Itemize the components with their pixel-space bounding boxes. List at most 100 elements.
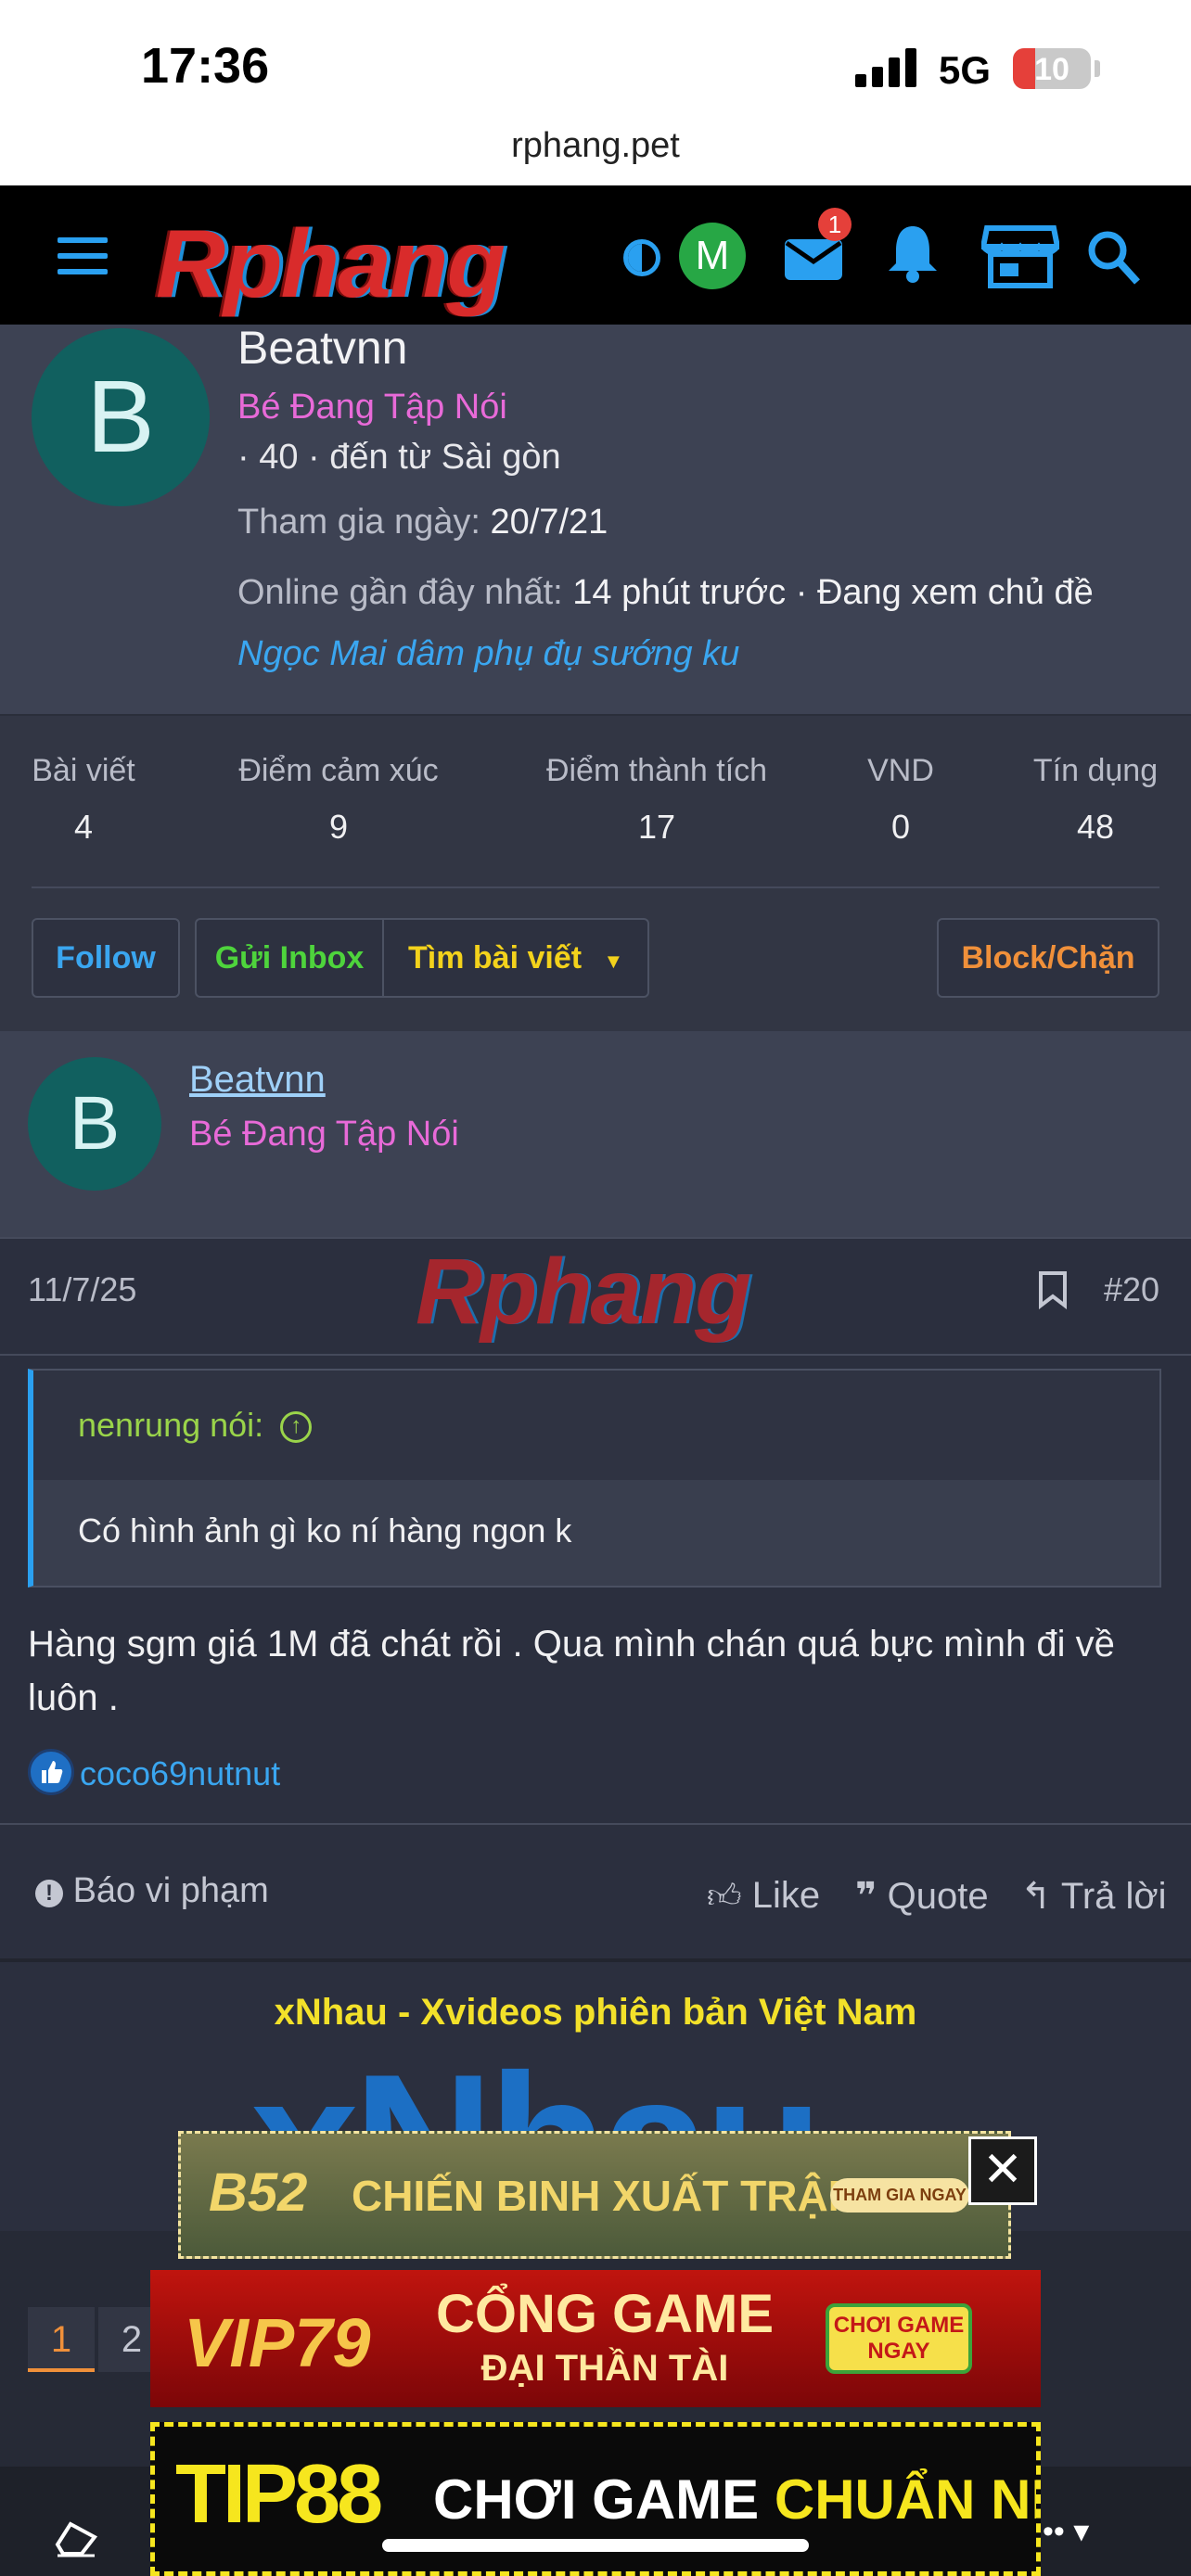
joined-value: 20/7/21 [490, 503, 608, 542]
stat-value: 4 [73, 808, 94, 846]
vip79-line1: CỔNG GAME [435, 2284, 775, 2344]
quote-author: nenrung nói: [78, 1406, 264, 1444]
chevron-down-icon: ▼ [603, 950, 624, 973]
profile-joined: Tham gia ngày: 20/7/21 [237, 503, 608, 542]
inbox-badge: 1 [818, 208, 852, 241]
network-type: 5G [939, 48, 992, 92]
report-button[interactable]: ! Báo vi phạm [35, 1871, 269, 1911]
stat-value: 9 [328, 808, 349, 846]
post-message: Hàng sgm giá 1M đã chát rồi . Qua mình c… [28, 1624, 1115, 1718]
close-ad-button[interactable]: ✕ [968, 2136, 1037, 2205]
quote-button[interactable]: ❞ Quote [855, 1875, 989, 1918]
ad-title[interactable]: xNhau - Xvideos phiên bản Việt Nam [0, 1992, 1191, 2034]
post-body [0, 1237, 1191, 1962]
more-options-icon[interactable]: •• ▾ [1043, 2513, 1089, 2550]
post-author-avatar[interactable]: B [28, 1057, 161, 1191]
joined-label: Tham gia ngày: [237, 503, 480, 542]
online-label: Online gần đây nhất: [237, 573, 563, 612]
stat-value: 17 [637, 808, 676, 846]
follow-button[interactable]: Follow [32, 918, 180, 998]
viewing-thread-link[interactable]: Ngọc Mai dâm phụ đụ sướng ku [237, 634, 739, 674]
url-bar[interactable]: rphang.pet [0, 126, 1191, 166]
clock: 17:36 [141, 38, 270, 94]
signal-icon [855, 46, 920, 87]
divider [0, 1823, 1191, 1825]
profile-last-online: Online gần đây nhất: 14 phút trước · Đan… [237, 573, 1094, 613]
ad-banner-tip88[interactable]: TIP88 CHƠI GAME CHUẨN NHÀ CÁI [150, 2422, 1041, 2576]
post-author-title: Bé Đang Tập Nói [189, 1115, 459, 1154]
search-icon[interactable] [1085, 228, 1141, 290]
battery-cap [1095, 60, 1100, 77]
page-link-current[interactable]: 1 [28, 2307, 95, 2372]
stat-value: 48 [1076, 808, 1115, 846]
reply-button[interactable]: ↰ Trả lời [1020, 1875, 1167, 1918]
status-bar: 17:36 5G 10 rphang.pet [0, 0, 1191, 185]
tip88-slogan-1: CHƠI GAME [433, 2468, 775, 2531]
stat-points[interactable]: Điểm thành tích 17 [529, 753, 785, 847]
stat-reactions[interactable]: Điểm cảm xúc 9 [223, 753, 455, 847]
inbox-icon[interactable] [785, 239, 842, 280]
block-button[interactable]: Block/Chặn [937, 918, 1159, 998]
watermark-logo: Rphang [416, 1240, 751, 1344]
stat-label: VND [867, 753, 934, 788]
stat-label: Tín dụng [1032, 753, 1159, 788]
vip79-brand: VIP79 [184, 2304, 371, 2381]
battery-icon: 10 [1013, 48, 1091, 89]
quote-text: Có hình ảnh gì ko ní hàng ngon k [78, 1511, 572, 1549]
divider [32, 886, 1159, 888]
site-logo[interactable]: Rphang [156, 210, 506, 320]
b52-brand: B52 [209, 2162, 308, 2223]
stat-label: Điểm thành tích [545, 753, 768, 788]
reaction-user[interactable]: coco69nutnut [80, 1754, 280, 1793]
alert-icon: ! [35, 1880, 63, 1907]
divider [0, 1354, 1191, 1356]
find-posts-label: Tìm bài viết [408, 940, 583, 976]
tip88-brand: TIP88 [175, 2448, 383, 2541]
store-icon[interactable] [980, 223, 1061, 294]
profile-name: Beatvnn [237, 322, 408, 374]
stat-label: Điểm cảm xúc [238, 753, 439, 788]
like-button[interactable]: 👍︎ Like [707, 1875, 820, 1917]
quote-icon: ❞ [855, 1876, 877, 1917]
home-indicator [382, 2539, 809, 2552]
stat-value: 0 [890, 808, 911, 846]
profile-meta: · 40 · đến từ Sài gòn [237, 438, 561, 477]
stat-posts[interactable]: Bài viết 4 [32, 753, 135, 847]
stat-credit[interactable]: Tín dụng 48 [1018, 753, 1172, 847]
vip79-line2: ĐẠI THẦN TÀI [480, 2348, 729, 2389]
vip79-cta: CHƠI GAME NGAY [826, 2303, 972, 2374]
ad-banner-vip79[interactable]: VIP79 CỔNG GAME ĐẠI THẦN TÀI CHƠI GAME N… [150, 2270, 1041, 2407]
bell-icon[interactable] [885, 223, 941, 288]
tip88-slogan: CHƠI GAME CHUẨN NHÀ CÁI [433, 2468, 1036, 2531]
reply-icon: ↰ [1020, 1876, 1052, 1917]
stat-vnd[interactable]: VND 0 [848, 753, 954, 847]
post-author-name[interactable]: Beatvnn [189, 1059, 326, 1101]
bookmark-icon[interactable] [1037, 1270, 1069, 1314]
b52-headline: CHIẾN BINH XUẤT TRẬN [352, 2172, 859, 2220]
arrow-up-circle-icon[interactable]: ↑ [280, 1411, 313, 1444]
user-avatar[interactable]: M [679, 223, 746, 289]
ad-banner-b52[interactable]: B52 CHIẾN BINH XUẤT TRẬN THAM GIA NGAY [178, 2131, 1011, 2259]
b52-cta: THAM GIA NGAY [830, 2178, 969, 2213]
like-label: Like [751, 1875, 821, 1916]
stat-label: Bài viết [32, 753, 135, 788]
thumbs-up-outline-icon: 👍︎ [707, 1877, 742, 1915]
reply-label: Trả lời [1060, 1876, 1167, 1917]
quote-header[interactable]: nenrung nói: ↑ [78, 1406, 313, 1445]
report-label: Báo vi phạm [72, 1871, 269, 1910]
post-number[interactable]: #20 [1104, 1270, 1159, 1309]
thumbs-up-icon [28, 1749, 74, 1795]
online-value: 14 phút trước · Đang xem chủ đề [572, 573, 1094, 612]
send-inbox-button[interactable]: Gửi Inbox [195, 918, 384, 998]
post-author-bar [0, 1031, 1191, 1237]
theme-toggle-icon[interactable] [623, 239, 660, 276]
post-date[interactable]: 11/7/25 [28, 1270, 136, 1309]
eraser-icon[interactable] [54, 2520, 98, 2557]
quote-label: Quote [887, 1876, 989, 1917]
top-navbar: Rphang M [0, 185, 1191, 325]
find-posts-button[interactable]: Tìm bài viết ▼ [382, 918, 649, 998]
menu-icon[interactable] [58, 237, 108, 274]
battery-level: 10 [1034, 52, 1069, 87]
profile-avatar[interactable]: B [32, 328, 210, 506]
tip88-slogan-2: CHUẨN NHÀ CÁI [774, 2468, 1036, 2531]
